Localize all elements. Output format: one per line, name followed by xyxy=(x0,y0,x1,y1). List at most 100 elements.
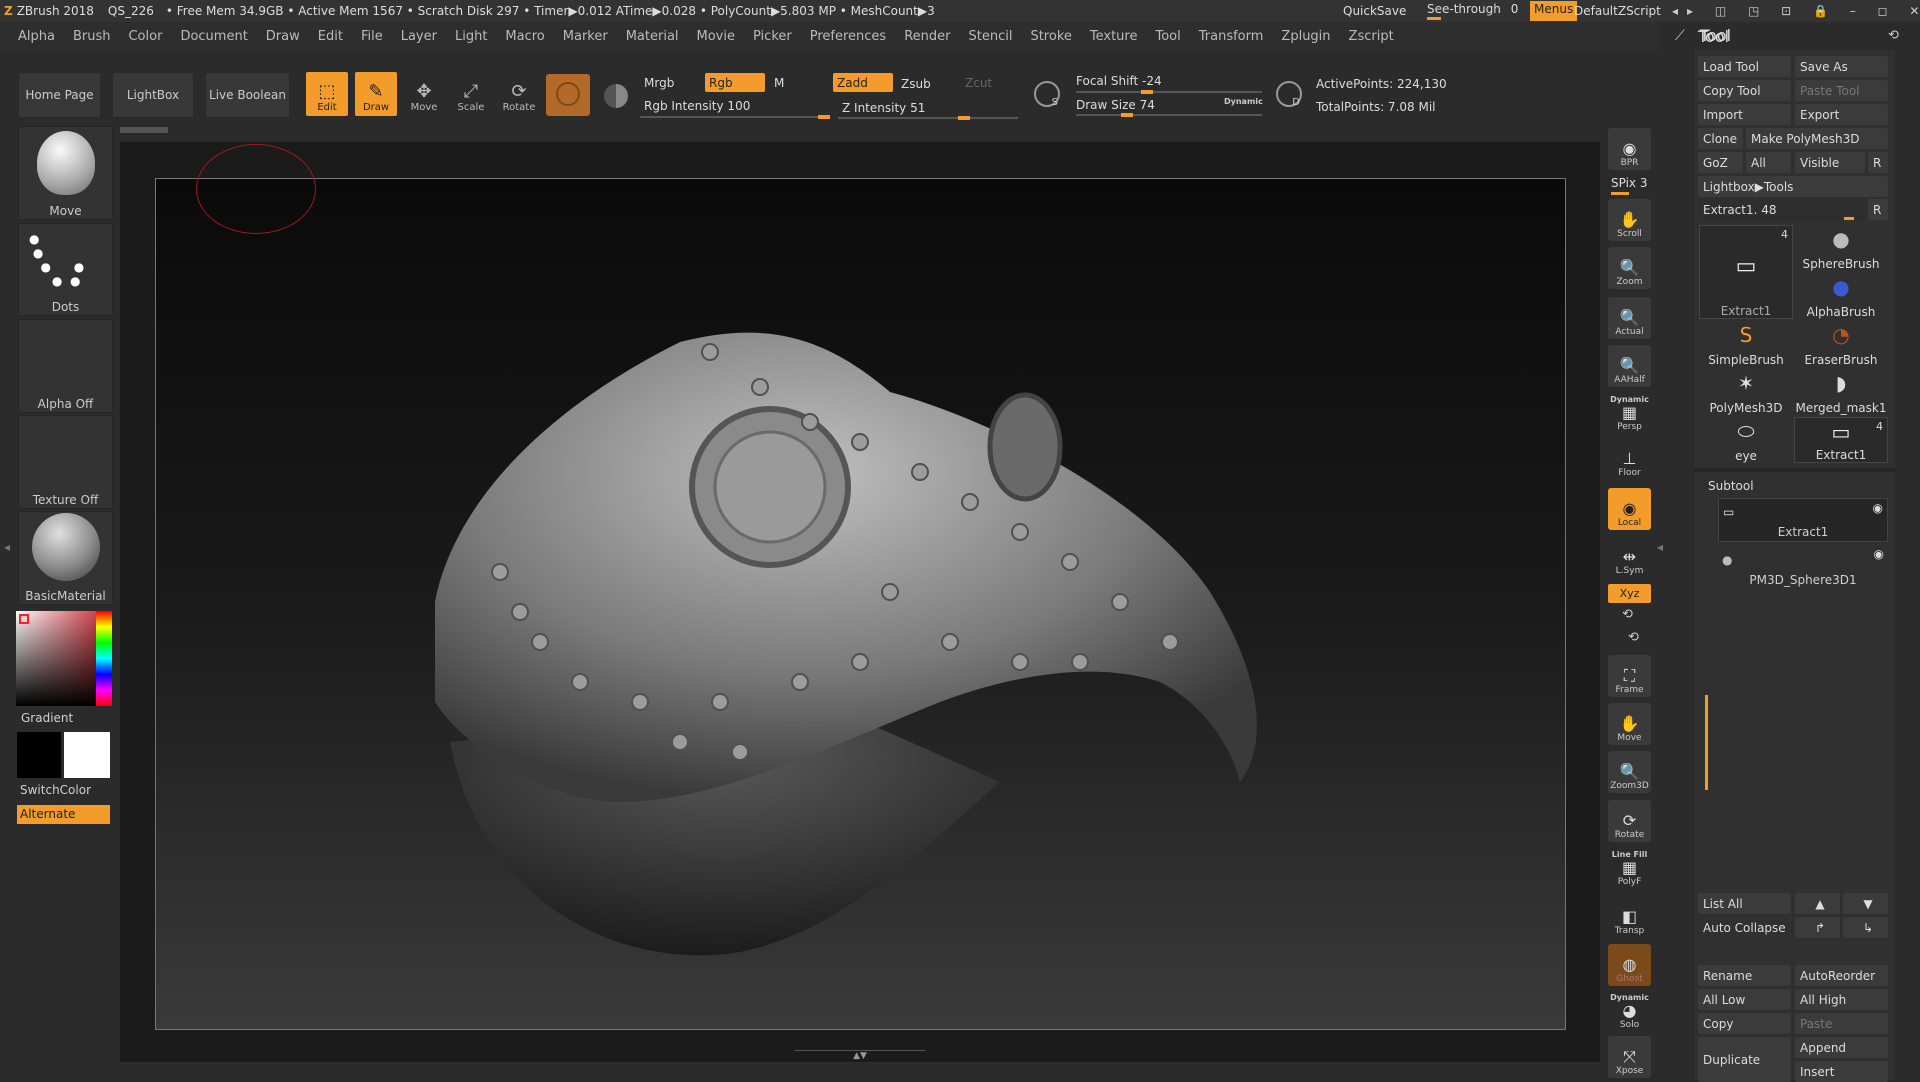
material-slot[interactable]: BasicMaterial xyxy=(18,511,113,605)
tool-panel-header[interactable]: Tool xyxy=(1698,27,1729,46)
export-button[interactable]: Export xyxy=(1795,104,1888,125)
move-down-button[interactable]: ▼ xyxy=(1843,893,1888,914)
quicksave-button[interactable]: QuickSave xyxy=(1343,4,1406,18)
menu-layer[interactable]: Layer xyxy=(392,29,446,44)
canvas-scroll-indicator[interactable]: ▲▼ xyxy=(795,1050,925,1061)
subtool-row-extract1[interactable]: ▭ ◉ Extract1 xyxy=(1718,498,1888,542)
window-icons[interactable]: ◂▸ ◫ ◳ ⊡ 🔒 – ◻ ✕ xyxy=(1672,4,1920,18)
dynamic-button[interactable]: Dynamic xyxy=(1224,97,1263,106)
auto-collapse-button[interactable]: Auto Collapse xyxy=(1698,917,1791,938)
scroll-button[interactable]: ✋ Scroll xyxy=(1608,199,1651,241)
menu-picker[interactable]: Picker xyxy=(744,29,801,44)
rename-button[interactable]: Rename xyxy=(1698,965,1791,986)
subtool-scrollbar[interactable] xyxy=(1705,695,1708,790)
current-tool-r-button[interactable]: R xyxy=(1868,199,1888,220)
focal-shift-track[interactable] xyxy=(1076,90,1262,94)
rotate-view-button[interactable]: ⟳ Rotate xyxy=(1608,800,1651,842)
xyz-button[interactable]: Xyz xyxy=(1608,584,1651,603)
alpha-slot[interactable]: Alpha Off xyxy=(18,319,113,413)
ghost-button[interactable]: ◍ Ghost xyxy=(1608,944,1651,986)
tool-polymesh3d[interactable]: ✶ PolyMesh3D xyxy=(1699,369,1793,415)
arrow-right-up-button[interactable]: ↱ xyxy=(1795,917,1840,938)
tool-eye[interactable]: ⬭ eye xyxy=(1699,417,1793,463)
z-intensity-track[interactable] xyxy=(838,116,1018,120)
goz-visible-button[interactable]: Visible xyxy=(1795,152,1865,173)
menu-edit[interactable]: Edit xyxy=(309,29,352,44)
live-boolean-button[interactable]: Live Boolean xyxy=(205,72,290,118)
tool-spherebrush[interactable]: ● SphereBrush xyxy=(1794,225,1888,271)
draw-size-track[interactable] xyxy=(1076,113,1262,117)
current-tool-slider[interactable]: Extract1. 48 xyxy=(1698,199,1866,220)
draw-button[interactable]: ✎ Draw xyxy=(355,72,397,116)
copy-tool-button[interactable]: Copy Tool xyxy=(1698,80,1791,101)
secondary-color-swatch[interactable] xyxy=(64,732,110,778)
home-page-button[interactable]: Home Page xyxy=(18,72,101,118)
stroke-slot[interactable]: ● ● ● ● ● ● Dots xyxy=(18,223,113,316)
main-color-swatch[interactable] xyxy=(17,732,61,778)
load-tool-button[interactable]: Load Tool xyxy=(1698,56,1791,77)
frame-button[interactable]: ⛶ Frame xyxy=(1608,655,1651,697)
z-intensity-slider[interactable]: Z Intensity 51 xyxy=(838,98,1018,117)
lightbox-button[interactable]: LightBox xyxy=(112,72,194,118)
rotate-button[interactable]: ⟳ Rotate xyxy=(498,72,540,116)
default-zscript-button[interactable]: DefaultZScript xyxy=(1574,4,1661,18)
menu-alpha[interactable]: Alpha xyxy=(0,29,64,44)
transp-button[interactable]: ◧ Transp xyxy=(1608,896,1651,938)
rgb-button[interactable]: Rgb xyxy=(705,73,765,92)
persp-button[interactable]: Dynamic ▦ Persp xyxy=(1608,392,1651,434)
menus-toggle[interactable]: Menus xyxy=(1530,1,1578,21)
right-panel-collapse-arrow[interactable]: ◂ xyxy=(1657,540,1663,554)
subtool-row-pm3d-sphere[interactable]: ● ◉ PM3D_Sphere3D1 xyxy=(1718,545,1888,589)
menu-stencil[interactable]: Stencil xyxy=(959,29,1021,44)
switchcolor-button[interactable]: SwitchColor xyxy=(20,783,91,797)
menu-macro[interactable]: Macro xyxy=(496,29,553,44)
menu-tool[interactable]: Tool xyxy=(1146,29,1189,44)
edit-button[interactable]: ⬚ Edit xyxy=(306,72,348,116)
xpose-button[interactable]: ⤧ Xpose xyxy=(1608,1036,1651,1078)
move-view-button[interactable]: ✋ Move xyxy=(1608,703,1651,745)
import-button[interactable]: Import xyxy=(1698,104,1791,125)
goz-r-button[interactable]: R xyxy=(1868,152,1888,173)
menu-document[interactable]: Document xyxy=(171,29,256,44)
menu-marker[interactable]: Marker xyxy=(554,29,617,44)
floor-button[interactable]: ⊥ Floor xyxy=(1608,438,1651,480)
polyf-button[interactable]: Line Fill ▦ PolyF xyxy=(1608,847,1651,889)
dynamic-sphere-icon[interactable]: D xyxy=(1276,81,1302,108)
subtool-header[interactable]: Subtool xyxy=(1708,479,1754,493)
gradient-label[interactable]: Gradient xyxy=(21,711,73,725)
zadd-button[interactable]: Zadd xyxy=(833,73,893,92)
tool-panel-pin-icon[interactable]: ⟋ xyxy=(1675,28,1685,44)
alternate-button[interactable]: Alternate xyxy=(17,805,110,824)
goz-all-button[interactable]: All xyxy=(1746,152,1791,173)
aahalf-button[interactable]: 🔍 AAHalf xyxy=(1608,345,1651,387)
lightbox-tools-button[interactable]: Lightbox▶Tools xyxy=(1698,176,1888,197)
tool-eraserbrush[interactable]: ◔ EraserBrush xyxy=(1794,321,1888,367)
canvas-top-scroll-tab[interactable] xyxy=(120,127,168,133)
menu-zscript[interactable]: Zscript xyxy=(1340,29,1403,44)
menu-stroke[interactable]: Stroke xyxy=(1021,29,1080,44)
m-button[interactable]: M xyxy=(770,73,825,92)
local-button[interactable]: ◉ Local xyxy=(1608,488,1651,530)
focal-shift-sphere-icon[interactable]: S xyxy=(1034,81,1060,108)
copy-button[interactable]: Copy xyxy=(1698,1013,1791,1034)
canvas-viewport[interactable]: ▲▼ xyxy=(120,142,1600,1062)
brush-slot[interactable]: Move xyxy=(18,126,113,220)
all-low-button[interactable]: All Low xyxy=(1698,989,1791,1010)
bpr-button[interactable]: ◉ BPR xyxy=(1608,128,1651,170)
tool-merged-mask1[interactable]: ◗ Merged_mask1 xyxy=(1794,369,1888,415)
goz-button[interactable]: GoZ xyxy=(1698,152,1743,173)
arrow-right-down-button[interactable]: ↳ xyxy=(1843,917,1888,938)
texture-slot[interactable]: Texture Off xyxy=(18,415,113,509)
move-up-button[interactable]: ▲ xyxy=(1795,893,1840,914)
paste-button[interactable]: Paste xyxy=(1795,1013,1888,1034)
make-polymesh3d-button[interactable]: Make PolyMesh3D xyxy=(1746,128,1888,149)
menu-preferences[interactable]: Preferences xyxy=(801,29,895,44)
clone-button[interactable]: Clone xyxy=(1698,128,1743,149)
focal-shift-slider[interactable]: Focal Shift -24 xyxy=(1072,71,1262,90)
mrgb-button[interactable]: Mrgb xyxy=(640,73,700,92)
menu-transform[interactable]: Transform xyxy=(1190,29,1273,44)
rotate-y-icon[interactable]: ⟲ xyxy=(1622,607,1633,622)
zsub-button[interactable]: Zsub xyxy=(897,74,957,93)
paste-tool-button[interactable]: Paste Tool xyxy=(1795,80,1888,101)
rotate-z-icon[interactable]: ⟲ xyxy=(1628,630,1639,645)
